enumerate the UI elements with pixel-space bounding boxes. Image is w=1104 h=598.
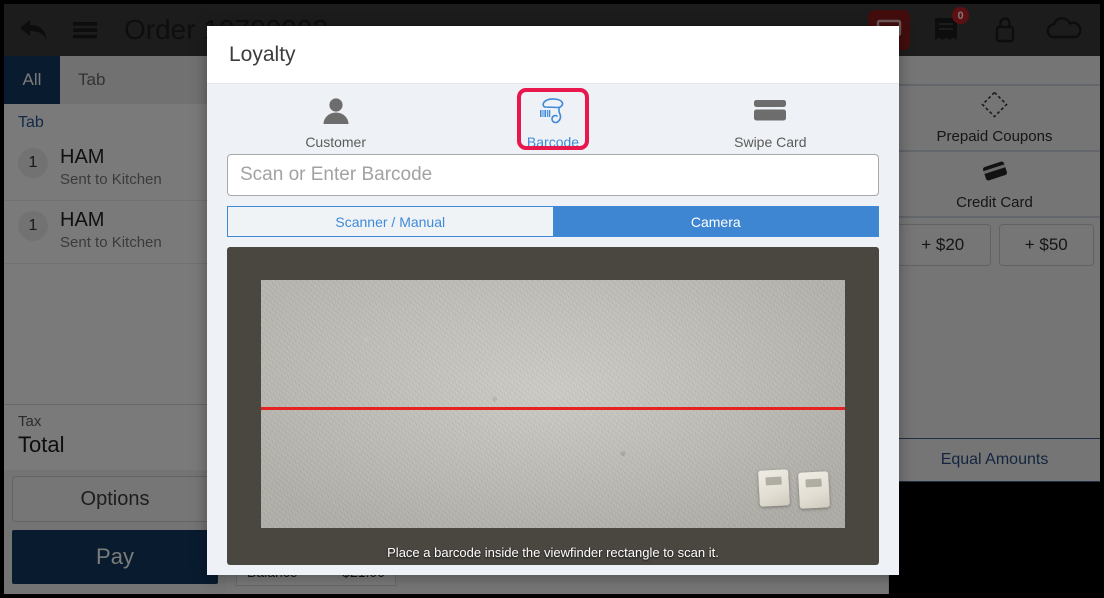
dialog-body: Customer Barcode Swipe Card Scan or Ente… <box>207 84 899 575</box>
order-line-item[interactable]: 1 HAM Sent to Kitchen <box>4 201 226 264</box>
loyalty-tab-label: Customer <box>305 134 366 150</box>
loyalty-tab-label: Barcode <box>526 134 580 150</box>
payment-panel-bottom-area <box>889 482 1100 594</box>
scan-mode-toggle: Scanner / Manual Camera <box>227 206 879 237</box>
hamburger-menu-icon[interactable] <box>66 13 104 47</box>
dialog-title: Loyalty <box>229 42 296 66</box>
scan-line <box>261 407 845 410</box>
loyalty-tab-swipe-card[interactable]: Swipe Card <box>662 92 879 154</box>
loyalty-tab-label: Swipe Card <box>734 134 807 150</box>
payment-method-credit-card[interactable]: Credit Card <box>889 152 1100 218</box>
payment-methods-panel: Prepaid Coupons Credit Card + $20 + $50 <box>888 56 1100 594</box>
quick-amount-50[interactable]: + $50 <box>998 224 1094 266</box>
order-totals: Tax Total <box>4 404 226 470</box>
dialog-header: Loyalty <box>207 26 899 84</box>
receipt-icon[interactable]: 0 <box>926 7 969 50</box>
line-item-qty: 1 <box>18 211 48 241</box>
payment-panel-top-spacer <box>889 56 1100 86</box>
equal-amounts-button[interactable]: Equal Amounts <box>889 438 1100 482</box>
line-item-name: HAM <box>60 146 105 168</box>
camera-preview[interactable]: Place a barcode inside the viewfinder re… <box>227 247 879 565</box>
payment-panel-filler <box>889 266 1100 438</box>
lock-icon[interactable] <box>984 10 1026 50</box>
line-item-status: Sent to Kitchen <box>60 171 162 188</box>
wall-switch-right <box>798 471 830 509</box>
payment-method-label: Prepaid Coupons <box>936 127 1053 145</box>
payment-method-label: Credit Card <box>956 193 1033 211</box>
payment-method-prepaid-coupons[interactable]: Prepaid Coupons <box>889 86 1100 152</box>
loyalty-method-tabs: Customer Barcode Swipe Card <box>227 88 879 154</box>
loyalty-tab-customer[interactable]: Customer <box>227 92 444 154</box>
mode-camera[interactable]: Camera <box>552 206 879 237</box>
camera-viewfinder-image <box>261 280 845 528</box>
back-arrow-icon[interactable] <box>14 13 52 47</box>
screen-root: Order 10700002 <box>0 0 1104 598</box>
quick-amount-row: + $20 + $50 <box>889 218 1100 266</box>
line-item-qty: 1 <box>18 148 48 178</box>
order-section-header: Tab <box>4 104 226 138</box>
person-icon <box>319 96 353 131</box>
loyalty-dialog: Loyalty Customer Barcode Swipe Card Scan… <box>207 26 899 575</box>
barcode-scanner-icon <box>535 96 571 131</box>
order-list-empty-space <box>4 264 226 404</box>
order-panel: All Tab Tab 1 HAM Sent to Kitchen 1 HAM … <box>4 56 226 594</box>
order-tab-tab[interactable]: Tab <box>60 56 123 104</box>
total-label: Total <box>18 432 65 457</box>
pay-button[interactable]: Pay <box>12 530 218 584</box>
tax-label: Tax <box>18 413 42 430</box>
cloud-icon[interactable] <box>1042 10 1084 50</box>
wall-switch-left <box>758 469 790 507</box>
quick-amount-20[interactable]: + $20 <box>895 224 991 266</box>
camera-hint-text: Place a barcode inside the viewfinder re… <box>387 545 719 560</box>
credit-card-icon <box>978 158 1012 189</box>
mode-scanner-manual[interactable]: Scanner / Manual <box>227 206 553 237</box>
top-bar-actions: 0 <box>868 7 1090 50</box>
coupon-diamond-icon <box>978 90 1012 123</box>
order-line-item[interactable]: 1 HAM Sent to Kitchen <box>4 138 226 201</box>
swipe-card-icon <box>749 96 791 131</box>
receipt-count-badge: 0 <box>952 7 969 24</box>
loyalty-tab-barcode[interactable]: Barcode <box>444 88 661 154</box>
order-tab-all[interactable]: All <box>4 56 60 104</box>
line-item-name: HAM <box>60 209 105 231</box>
barcode-input[interactable] <box>227 154 879 196</box>
order-tabs: All Tab <box>4 56 226 104</box>
options-button[interactable]: Options <box>12 476 218 522</box>
line-item-status: Sent to Kitchen <box>60 234 162 251</box>
